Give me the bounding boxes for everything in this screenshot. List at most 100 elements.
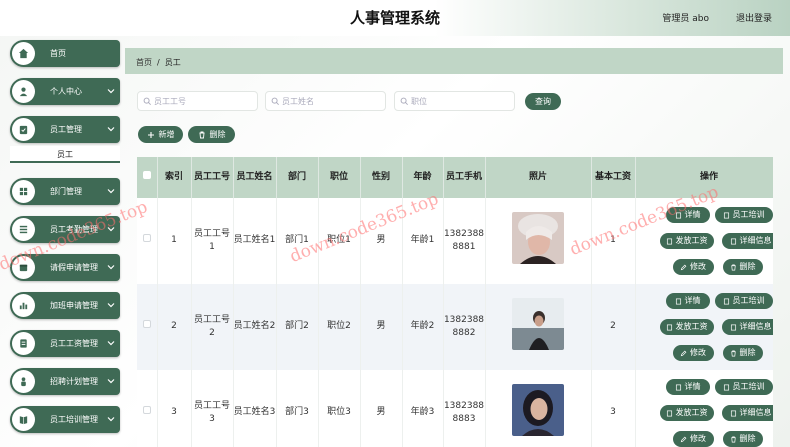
edit-button[interactable]: 修改	[672, 345, 714, 361]
plus-icon	[147, 131, 154, 138]
sidebar-item-recruitment[interactable]: 招聘计划管理	[10, 368, 120, 395]
cell-phone: 13823888881	[443, 198, 486, 284]
search-button[interactable]: 查询	[525, 93, 561, 110]
training-button[interactable]: 员工培训	[714, 379, 773, 395]
cell-emp-id: 员工工号1	[191, 198, 234, 284]
training-label: 员工培训	[732, 210, 765, 219]
sidebar-item-label: 招聘计划管理	[50, 377, 98, 386]
detail-button[interactable]: 详情	[665, 293, 710, 309]
breadcrumb-home[interactable]: 首页	[136, 58, 152, 67]
search-icon	[400, 97, 408, 105]
header-photo: 照片	[485, 157, 592, 198]
cell-photo	[485, 370, 592, 447]
batch-delete-label: 删除	[209, 130, 226, 139]
cell-salary: 3	[591, 370, 636, 447]
detail-button[interactable]: 详情	[665, 379, 710, 395]
grid-icon	[12, 180, 35, 203]
search-icon	[143, 97, 151, 105]
add-button-label: 新增	[158, 130, 175, 139]
detail-info-button[interactable]: 详细信息	[721, 233, 773, 249]
delete-label: 删除	[739, 262, 756, 271]
cell-age: 年龄3	[402, 370, 444, 447]
user-icon	[12, 80, 35, 103]
employee-id-search[interactable]	[137, 91, 258, 111]
cell-salary: 2	[591, 284, 636, 370]
sidebar-item-attendance[interactable]: 员工考勤管理	[10, 216, 120, 243]
cell-photo	[485, 284, 592, 370]
cell-index: 3	[157, 370, 192, 447]
cell-age: 年龄2	[402, 284, 444, 370]
sidebar-item-departments[interactable]: 部门管理	[10, 178, 120, 205]
row-checkbox[interactable]	[137, 284, 158, 370]
employee-name-input[interactable]	[282, 97, 385, 106]
delete-button[interactable]: 删除	[722, 431, 763, 447]
edit-label: 修改	[690, 262, 706, 271]
edit-button[interactable]: 修改	[672, 259, 714, 275]
cell-dept: 部门2	[276, 284, 319, 370]
chevron-down-icon	[107, 379, 115, 384]
detail-info-button[interactable]: 详细信息	[721, 405, 773, 421]
pay-salary-button[interactable]: 发放工资	[659, 319, 714, 335]
cell-actions: 详情 员工培训 发放工资 详细信息 修改 删除	[635, 198, 773, 284]
chevron-down-icon	[107, 89, 115, 94]
training-button[interactable]: 员工培训	[714, 293, 773, 309]
training-button[interactable]: 员工培训	[714, 207, 773, 223]
table-row: 2 员工工号2 员工姓名2 部门2 职位2 男 年龄2 13823888882 …	[137, 284, 773, 370]
pay-salary-button[interactable]: 发放工资	[659, 405, 714, 421]
add-button[interactable]: 新增	[138, 126, 183, 143]
sidebar-item-employees[interactable]: 员工管理	[10, 116, 120, 143]
employee-photo	[512, 384, 564, 437]
edit-icon	[680, 264, 687, 270]
logout-link[interactable]: 退出登录	[736, 11, 772, 24]
sidebar-subitem-employee[interactable]: 员工	[10, 146, 120, 163]
chevron-down-icon	[107, 303, 115, 308]
edit-button[interactable]: 修改	[672, 431, 714, 447]
breadcrumb: 首页 / 员工	[125, 48, 783, 74]
sidebar-item-label: 员工培训管理	[50, 415, 98, 424]
sidebar-item-label: 员工考勤管理	[50, 225, 98, 234]
sidebar-item-label: 首页	[50, 49, 66, 58]
top-bar: 人事管理系统 管理员 abo 退出登录	[0, 0, 790, 36]
edit-icon	[680, 350, 687, 356]
cell-salary: 1	[591, 198, 636, 284]
calendar-icon	[12, 256, 35, 279]
cell-emp-id: 员工工号3	[191, 370, 234, 447]
person-icon	[12, 370, 35, 393]
sidebar-item-salary[interactable]: 员工工资管理	[10, 330, 120, 357]
header-index: 索引	[157, 157, 192, 198]
sidebar-item-training[interactable]: 员工培训管理	[10, 406, 120, 433]
employee-name-search[interactable]	[265, 91, 386, 111]
cell-position: 职位3	[318, 370, 361, 447]
table-row: 3 员工工号3 员工姓名3 部门3 职位3 男 年龄3 13823888883 …	[137, 370, 773, 447]
sidebar-item-overtime[interactable]: 加班申请管理	[10, 292, 120, 319]
position-search[interactable]	[394, 91, 515, 111]
book-icon	[12, 408, 35, 431]
detail-button[interactable]: 详情	[665, 207, 710, 223]
pay-salary-button[interactable]: 发放工资	[659, 233, 714, 249]
detail-info-label: 详细信息	[739, 236, 772, 245]
breadcrumb-current: 员工	[164, 58, 181, 67]
home-icon	[12, 42, 35, 65]
row-checkbox[interactable]	[137, 198, 158, 284]
header-age: 年龄	[402, 157, 444, 198]
header-actions: 操作	[635, 157, 773, 198]
select-all-checkbox[interactable]	[137, 157, 158, 198]
employee-id-input[interactable]	[154, 97, 257, 106]
sidebar-item-home[interactable]: 首页	[10, 40, 120, 67]
detail-info-button[interactable]: 详细信息	[721, 319, 773, 335]
sidebar-item-profile[interactable]: 个人中心	[10, 78, 120, 105]
sidebar-item-leave[interactable]: 请假申请管理	[10, 254, 120, 281]
sidebar-item-label: 请假申请管理	[50, 263, 98, 272]
batch-delete-button[interactable]: 删除	[188, 126, 235, 143]
chevron-down-icon	[107, 189, 115, 194]
admin-label: 管理员 abo	[662, 14, 709, 24]
cell-gender: 男	[360, 370, 403, 447]
position-input[interactable]	[411, 97, 514, 106]
delete-button[interactable]: 删除	[722, 259, 763, 275]
chevron-down-icon	[107, 341, 115, 346]
document-icon	[730, 238, 736, 244]
detail-label: 详情	[684, 296, 701, 305]
breadcrumb-separator: /	[157, 58, 160, 67]
delete-button[interactable]: 删除	[722, 345, 763, 361]
row-checkbox[interactable]	[137, 370, 158, 447]
